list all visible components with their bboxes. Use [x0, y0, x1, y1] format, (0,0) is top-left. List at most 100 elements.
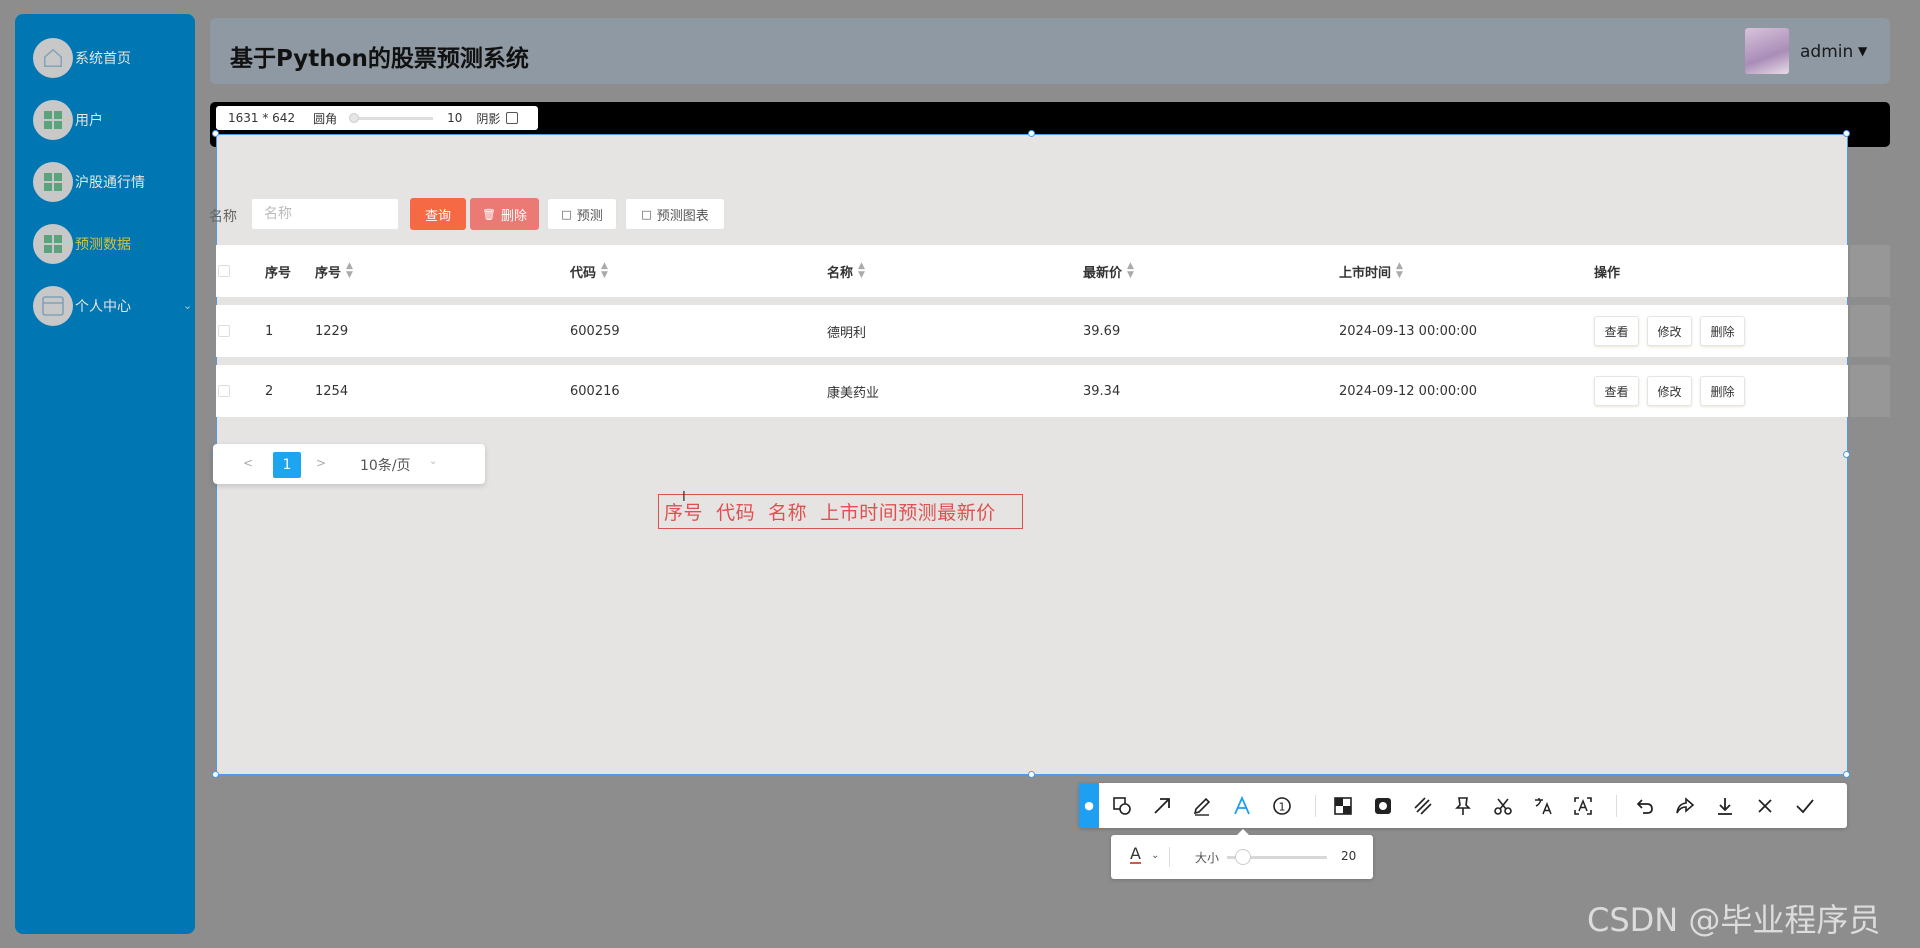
search-input[interactable]: [251, 198, 399, 230]
sort-icon[interactable]: ▲ ▼: [1396, 262, 1403, 280]
column-header-name[interactable]: 名称 ▲ ▼: [827, 245, 865, 297]
redo-icon[interactable]: [1671, 792, 1699, 820]
sidebar-item-profile[interactable]: 个人中心 ⌄: [33, 286, 193, 326]
chevron-down-icon: ⌄: [429, 456, 438, 467]
resize-handle[interactable]: [212, 771, 219, 778]
delete-button[interactable]: 🗑 删除: [470, 198, 539, 230]
predict-chart-label: 预测图表: [656, 208, 709, 224]
row-name: 康美药业: [827, 385, 880, 401]
column-header-label: 序号: [315, 265, 342, 281]
mosaic-icon[interactable]: [1329, 792, 1357, 820]
undo-icon[interactable]: [1631, 792, 1659, 820]
sidebar-item-label: 预测数据: [75, 237, 131, 253]
sort-icon[interactable]: ▲ ▼: [858, 262, 865, 280]
predict-chart-button[interactable]: □ 预测图表: [625, 198, 725, 230]
sort-icon[interactable]: ▲ ▼: [1127, 262, 1134, 280]
page-title: 基于Python的股票预测系统: [230, 46, 529, 72]
font-color-icon[interactable]: A: [1130, 846, 1141, 864]
caret-down-icon[interactable]: ▼: [1858, 44, 1867, 58]
home-icon: [33, 38, 73, 78]
header: 基于Python的股票预测系统 admin ▼: [210, 18, 1890, 84]
column-header-actions: 操作: [1594, 265, 1621, 281]
row-checkbox[interactable]: [218, 385, 230, 397]
size-value: 20: [1341, 849, 1357, 863]
prev-page-button[interactable]: <: [243, 456, 253, 470]
row-delete-button[interactable]: 删除: [1700, 376, 1745, 406]
arrow-icon[interactable]: [1148, 792, 1176, 820]
column-header-label: 代码: [570, 265, 597, 281]
resize-handle[interactable]: [1843, 451, 1850, 458]
confirm-icon[interactable]: [1791, 792, 1819, 820]
toolbar-divider: [1616, 795, 1617, 817]
radius-value: 10: [447, 111, 463, 125]
column-header-label: 名称: [827, 265, 854, 281]
resize-handle[interactable]: [1028, 130, 1035, 137]
shadow-checkbox[interactable]: [506, 112, 519, 124]
predict-label: 预测: [576, 208, 603, 224]
close-icon[interactable]: [1751, 792, 1779, 820]
query-button[interactable]: 查询: [410, 198, 466, 230]
avatar[interactable]: [1745, 28, 1789, 74]
sidebar-item-market[interactable]: 沪股通行情: [33, 162, 145, 202]
text-icon[interactable]: [1228, 792, 1256, 820]
user-menu[interactable]: admin: [1800, 42, 1853, 62]
blur-icon[interactable]: [1369, 792, 1397, 820]
sidebar-item-home[interactable]: 系统首页: [33, 38, 131, 78]
sort-icon[interactable]: ▲ ▼: [346, 262, 353, 280]
download-icon[interactable]: [1711, 792, 1739, 820]
row-actions: 查看 修改 删除: [1594, 305, 1753, 357]
sidebar-item-label: 系统首页: [75, 51, 131, 67]
edit-button[interactable]: 修改: [1647, 376, 1692, 406]
row-delete-button[interactable]: 删除: [1700, 316, 1745, 346]
document-icon: □: [561, 207, 572, 221]
ocr-icon[interactable]: [1569, 792, 1597, 820]
sort-icon[interactable]: ▲ ▼: [601, 262, 608, 280]
number-icon[interactable]: 1: [1268, 792, 1296, 820]
view-button[interactable]: 查看: [1594, 316, 1639, 346]
table-header: 序号 序号 ▲ ▼ 代码 ▲ ▼ 名称 ▲ ▼ 最新价 ▲ ▼ 上市时间 ▲ ▼ 操作: [216, 245, 1848, 297]
sidebar: 系统首页 用户 沪股通行情 预测数据 个人中心 ⌄: [15, 14, 195, 934]
radius-label: 圆角: [313, 111, 338, 126]
view-button[interactable]: 查看: [1594, 376, 1639, 406]
hatch-icon[interactable]: [1409, 792, 1437, 820]
page-size-select[interactable]: 10条/页: [360, 455, 411, 475]
grid-icon: [33, 100, 73, 140]
sidebar-item-prediction[interactable]: 预测数据: [33, 224, 131, 264]
column-header-listed[interactable]: 上市时间 ▲ ▼: [1339, 245, 1403, 297]
select-all-checkbox[interactable]: [218, 265, 230, 277]
row-code: 600216: [570, 383, 620, 399]
penguin-icon[interactable]: ●: [1079, 783, 1099, 828]
page-number-current[interactable]: 1: [273, 452, 301, 478]
sidebar-item-label: 沪股通行情: [75, 175, 145, 191]
column-header-code[interactable]: 代码 ▲ ▼: [570, 245, 608, 297]
resize-handle[interactable]: [212, 130, 219, 137]
radius-slider-knob[interactable]: [349, 112, 360, 123]
chevron-down-icon[interactable]: ⌄: [1151, 850, 1159, 861]
resize-handle[interactable]: [1028, 771, 1035, 778]
row-select-cell: [218, 305, 230, 357]
background-row: [1850, 365, 1890, 417]
predict-button[interactable]: □ 预测: [547, 198, 617, 230]
row-select-cell: [218, 365, 230, 417]
pin-icon[interactable]: [1449, 792, 1477, 820]
translate-icon[interactable]: [1529, 792, 1557, 820]
row-code: 600259: [570, 323, 620, 339]
text-annotation[interactable]: 序号 代码 名称 上市时间预测最新价: [658, 494, 1023, 529]
scissors-icon[interactable]: [1489, 792, 1517, 820]
next-page-button[interactable]: >: [316, 456, 326, 470]
size-label: 大小: [1195, 851, 1220, 865]
sidebar-item-label: 用户: [75, 113, 103, 129]
column-header-seq[interactable]: 序号 ▲ ▼: [315, 245, 353, 297]
resize-handle[interactable]: [1843, 130, 1850, 137]
sidebar-item-users[interactable]: 用户: [33, 100, 103, 140]
resize-handle[interactable]: [1843, 771, 1850, 778]
svg-text:1: 1: [1279, 801, 1286, 814]
size-slider-knob[interactable]: [1235, 849, 1251, 865]
row-name: 德明利: [827, 325, 867, 341]
row-checkbox[interactable]: [218, 325, 230, 337]
column-header-price[interactable]: 最新价 ▲ ▼: [1083, 245, 1134, 297]
radius-slider[interactable]: [349, 112, 434, 123]
pencil-icon[interactable]: [1188, 792, 1216, 820]
edit-button[interactable]: 修改: [1647, 316, 1692, 346]
shape-icon[interactable]: [1108, 792, 1136, 820]
